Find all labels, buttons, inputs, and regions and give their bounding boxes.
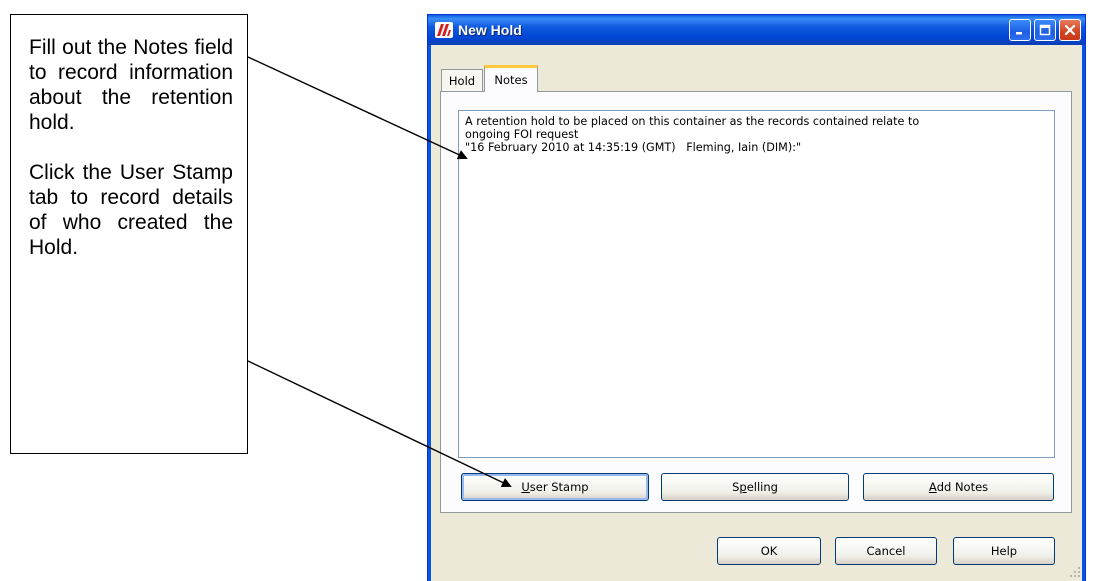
cancel-label: Cancel bbox=[866, 544, 906, 558]
user-stamp-mnemonic: U bbox=[521, 480, 530, 494]
notes-textarea[interactable]: A retention hold to be placed on this co… bbox=[458, 110, 1055, 458]
tab-hold[interactable]: Hold bbox=[441, 69, 483, 91]
add-notes-mnemonic: A bbox=[928, 480, 937, 494]
callout-notes-instruction: Fill out the Notes field to record infor… bbox=[29, 36, 233, 134]
instruction-callout: Fill out the Notes field to record infor… bbox=[10, 14, 248, 454]
maximize-button[interactable] bbox=[1034, 19, 1056, 41]
spelling-lead: S bbox=[732, 480, 740, 494]
tab-hold-label: Hold bbox=[448, 73, 476, 88]
minimize-button[interactable] bbox=[1009, 19, 1031, 41]
help-button[interactable]: Help bbox=[953, 537, 1055, 565]
app-logo-icon bbox=[434, 21, 454, 39]
tab-notes[interactable]: Notes bbox=[484, 65, 538, 92]
tab-notes-label: Notes bbox=[494, 73, 528, 87]
add-notes-button[interactable]: Add Notes bbox=[863, 473, 1054, 501]
user-stamp-label: ser Stamp bbox=[529, 480, 589, 494]
maximize-icon bbox=[1039, 24, 1051, 36]
spelling-label: elling bbox=[746, 480, 778, 494]
window-title: New Hold bbox=[458, 22, 522, 38]
add-notes-label: dd Notes bbox=[936, 480, 989, 494]
cancel-button[interactable]: Cancel bbox=[835, 537, 937, 565]
spelling-mnemonic: p bbox=[739, 480, 747, 494]
ok-label: OK bbox=[760, 544, 778, 558]
callout-user-stamp-instruction: Click the User Stamp tab to record detai… bbox=[29, 161, 233, 259]
minimize-icon bbox=[1016, 32, 1022, 35]
window-border-right bbox=[1082, 45, 1085, 581]
close-icon bbox=[1064, 24, 1076, 36]
help-label: Help bbox=[990, 544, 1018, 558]
spelling-button[interactable]: Sp elling bbox=[661, 473, 849, 501]
window-border-left bbox=[428, 45, 431, 581]
user-stamp-button[interactable]: User Stamp bbox=[461, 473, 649, 501]
close-button[interactable] bbox=[1059, 19, 1081, 41]
new-hold-dialog: New Hold Hold Notes A retention hold to … bbox=[427, 14, 1086, 581]
ok-button[interactable]: OK bbox=[717, 537, 821, 565]
title-bar[interactable]: New Hold bbox=[428, 15, 1085, 45]
resize-grip-icon[interactable] bbox=[1069, 566, 1081, 578]
